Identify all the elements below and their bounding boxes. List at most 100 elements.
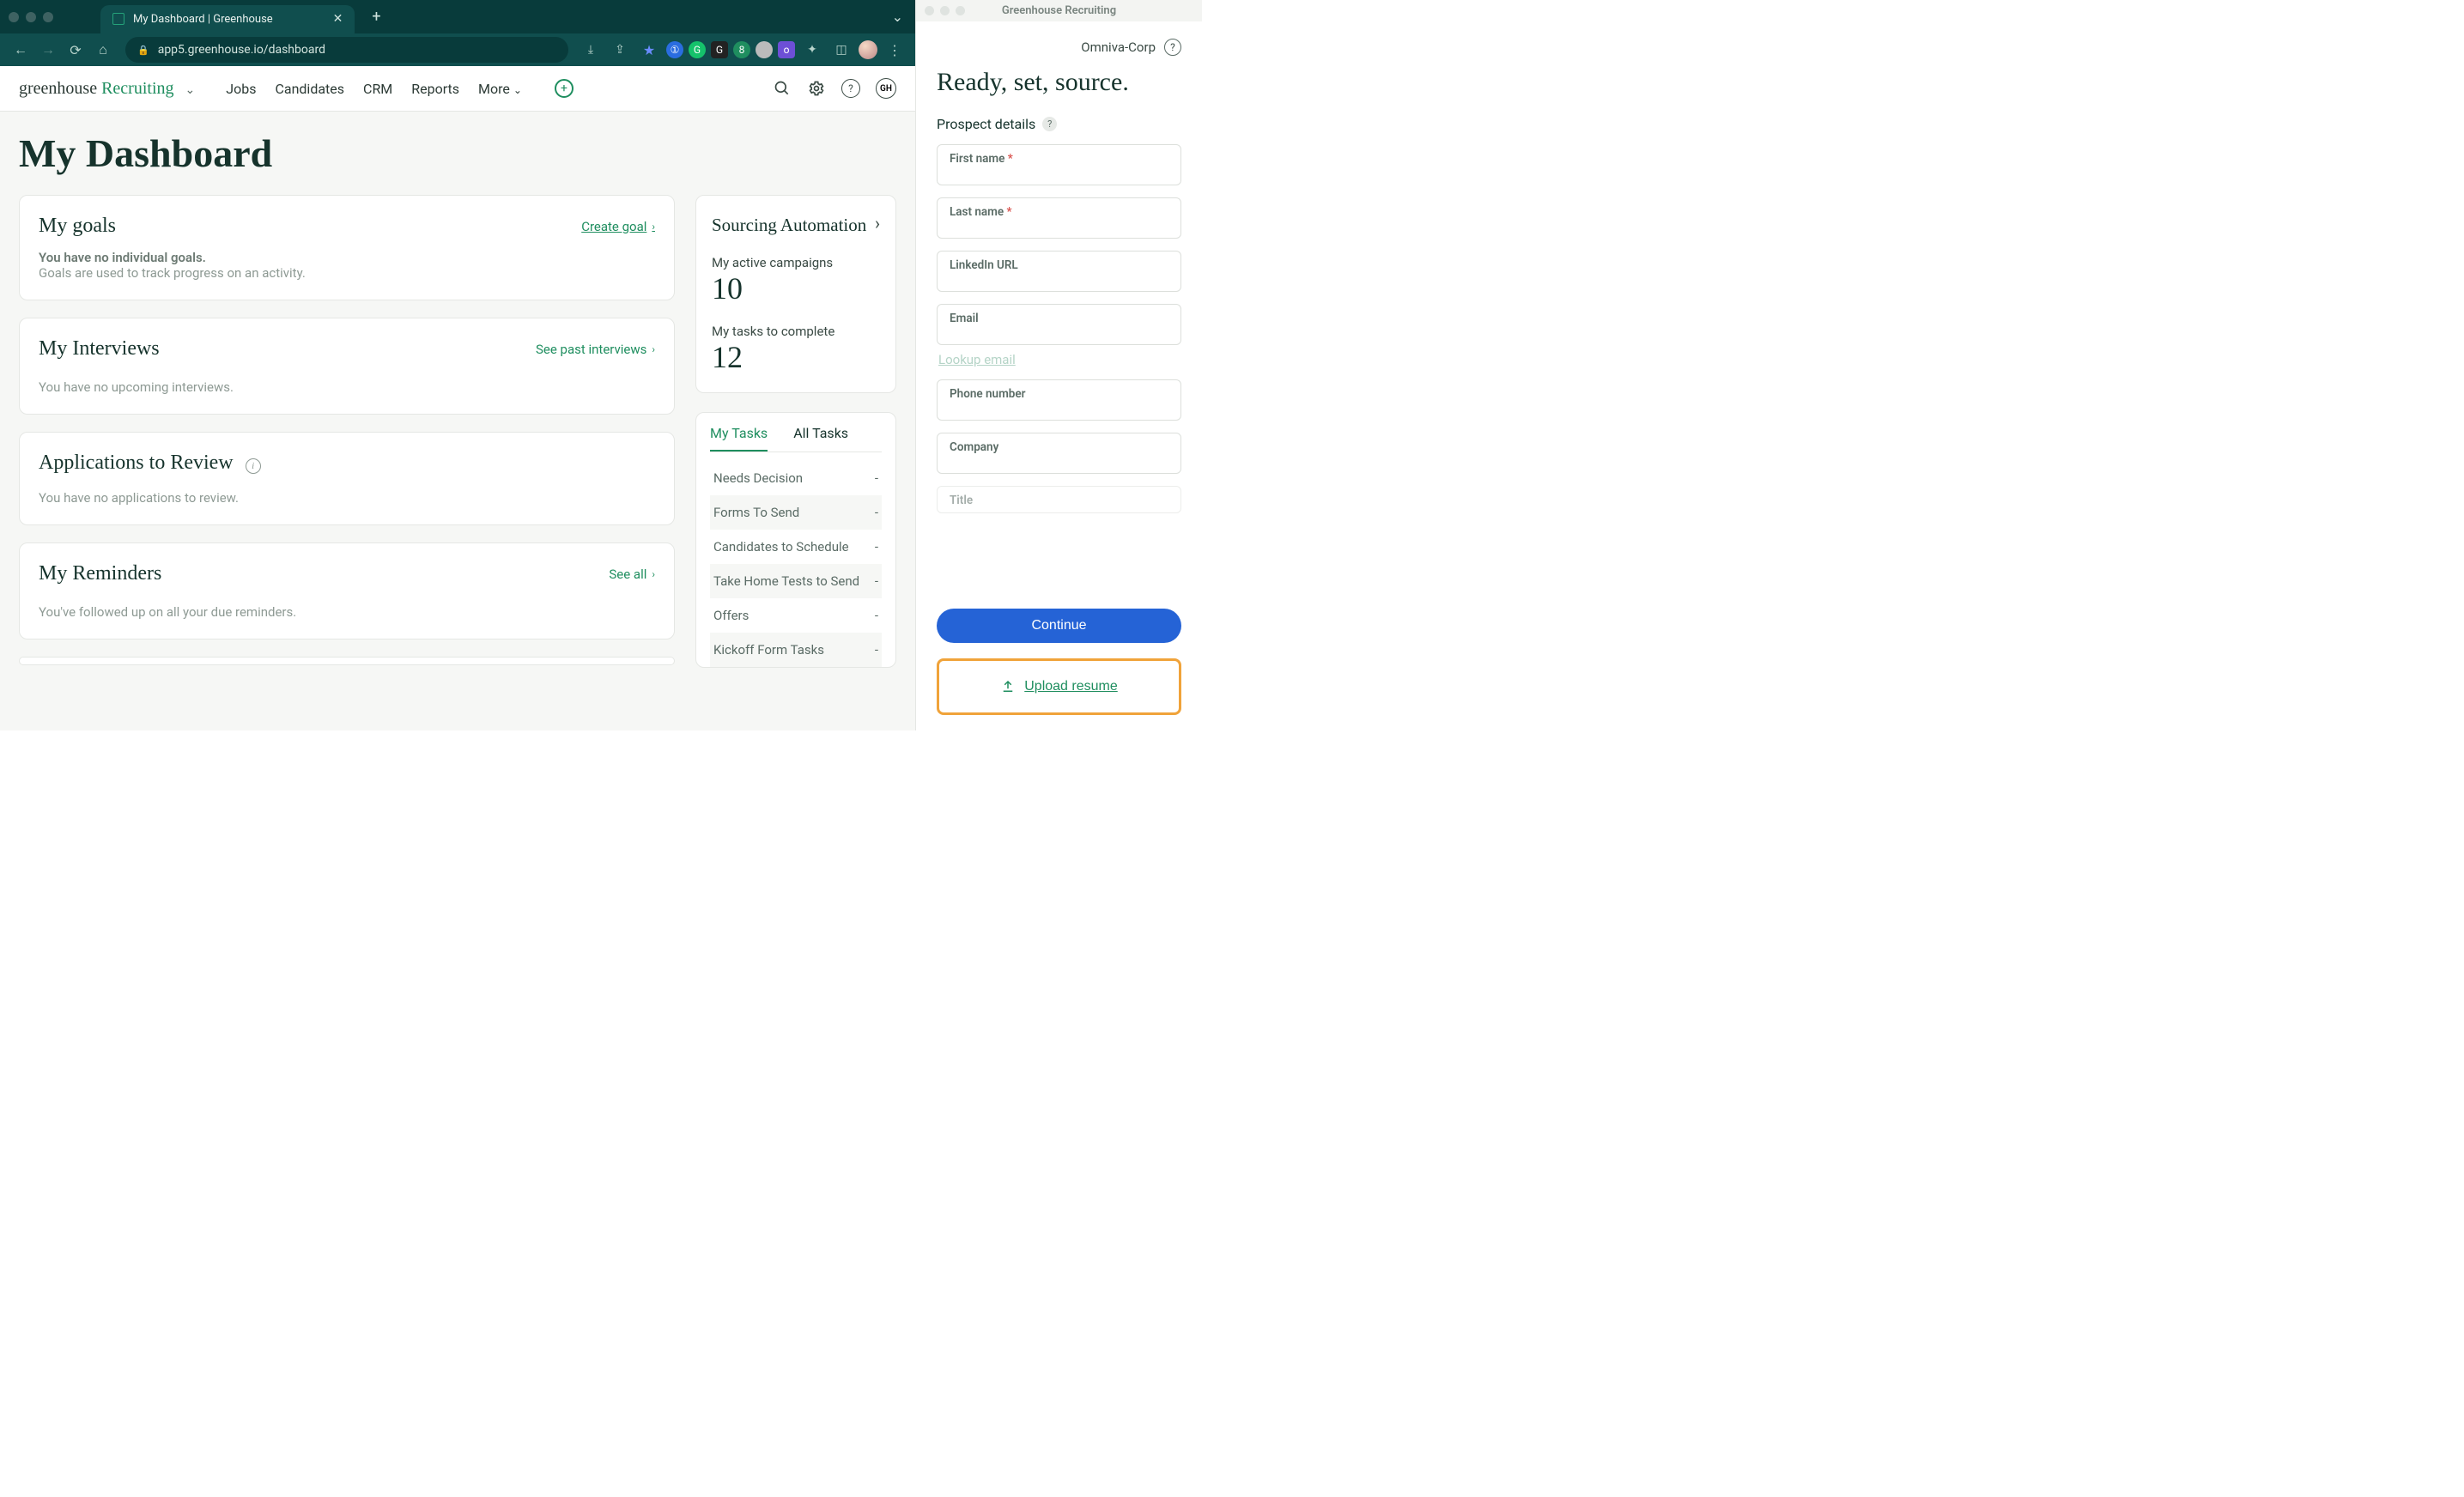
browser-tab[interactable]: My Dashboard | Greenhouse ✕ [100,5,355,33]
home-icon[interactable]: ⌂ [91,38,115,62]
lock-icon: 🔒 [137,45,149,56]
task-label: Forms To Send [713,505,799,520]
nav-reports[interactable]: Reports [411,81,459,97]
extension-icon[interactable]: o [778,41,795,58]
last-name-field[interactable]: Last name * [937,197,1181,239]
grammarly-extension-icon[interactable]: G [689,41,706,58]
extension-icon[interactable]: G [711,41,728,58]
goals-title: My goals [39,215,116,238]
upload-resume-button[interactable]: Upload resume [937,658,1181,715]
goals-card: My goals Create goal › You have no indiv… [19,195,675,300]
applications-title: Applications to Review i [39,452,261,475]
extension-footer: Continue Upload resume [916,593,1202,730]
install-icon[interactable]: ⤓ [579,38,603,62]
linkedin-url-field[interactable]: LinkedIn URL [937,251,1181,292]
reload-icon[interactable]: ⟳ [64,38,88,62]
extensions-puzzle-icon[interactable]: ✦ [800,38,824,62]
macos-traffic-lights[interactable] [9,12,53,22]
reminders-empty: You've followed up on all your due remin… [39,604,655,620]
address-bar[interactable]: 🔒 app5.greenhouse.io/dashboard [125,37,568,63]
first-name-field[interactable]: First name * [937,144,1181,185]
tasks-card: My Tasks All Tasks Needs Decision-Forms … [695,412,896,668]
greenhouse-logo[interactable]: greenhouse Recruiting ⌄ [19,79,195,99]
profile-avatar[interactable] [859,40,877,59]
add-button[interactable]: + [555,79,574,98]
gear-icon[interactable] [807,79,826,98]
help-icon[interactable]: ? [1042,117,1057,131]
forward-icon[interactable]: → [36,38,60,62]
new-tab-button[interactable]: + [372,8,380,26]
tabs-dropdown-icon[interactable]: ⌄ [892,9,903,25]
task-row[interactable]: Needs Decision- [710,461,882,495]
extra-card [19,657,675,665]
info-icon[interactable]: i [246,458,261,474]
tab-my-tasks[interactable]: My Tasks [710,425,768,452]
back-icon[interactable]: ← [9,38,33,62]
task-row[interactable]: Forms To Send - [710,495,882,530]
kebab-menu-icon[interactable]: ⋮ [883,38,907,62]
org-name[interactable]: Omniva-Corp [1081,39,1156,55]
task-label: Candidates to Schedule [713,539,849,555]
greenhouse-favicon [112,13,124,25]
company-field[interactable]: Company [937,433,1181,474]
create-goal-link[interactable]: Create goal › [581,219,655,234]
greenhouse-extension-icon[interactable]: 8 [733,41,750,58]
sourcing-title: Sourcing Automation [712,213,866,238]
task-row[interactable]: Offers- [710,598,882,633]
goals-empty-sub: Goals are used to track progress on an a… [39,265,655,281]
task-value: - [875,505,878,520]
applications-empty: You have no applications to review. [39,490,655,506]
goals-empty-heading: You have no individual goals. [39,250,655,265]
share-icon[interactable]: ⇪ [608,38,632,62]
task-value: - [875,573,878,589]
tab-all-tasks[interactable]: All Tasks [793,425,848,452]
reminders-card: My Reminders See all › You've followed u… [19,542,675,639]
tasks-complete-label: My tasks to complete [712,324,880,339]
task-row[interactable]: Take Home Tests to Send- [710,564,882,598]
extension-icon[interactable] [756,41,773,58]
chevron-right-icon: › [652,221,655,233]
extension-heading: Ready, set, source. [937,68,1181,97]
past-interviews-link[interactable]: See past interviews › [536,342,655,357]
sourcing-automation-card[interactable]: Sourcing Automation › My active campaign… [695,195,896,393]
applications-card: Applications to Review i You have no app… [19,432,675,525]
help-icon[interactable]: ? [1164,39,1181,56]
active-campaigns-value: 10 [712,270,880,306]
nav-jobs[interactable]: Jobs [226,81,256,97]
close-tab-icon[interactable]: ✕ [333,12,343,26]
task-label: Kickoff Form Tasks [713,642,824,658]
user-avatar-badge[interactable]: GH [876,78,896,99]
title-field[interactable]: Title [937,486,1181,513]
phone-number-field[interactable]: Phone number [937,379,1181,421]
upload-icon [1000,679,1016,694]
extension-icon[interactable]: ① [666,41,683,58]
page-title: My Dashboard [19,130,896,176]
interviews-empty: You have no upcoming interviews. [39,379,655,395]
interviews-title: My Interviews [39,337,160,361]
chevron-down-icon[interactable]: ⌄ [185,84,196,97]
help-icon[interactable]: ? [841,79,860,98]
main-nav: Jobs Candidates CRM Reports More⌄ [226,81,522,97]
see-all-reminders-link[interactable]: See all › [609,567,655,582]
sidepanel-icon[interactable]: ◫ [829,38,853,62]
nav-more[interactable]: More⌄ [478,81,522,97]
macos-traffic-lights[interactable] [925,6,965,15]
search-icon[interactable] [773,79,792,98]
task-label: Take Home Tests to Send [713,573,859,589]
nav-crm[interactable]: CRM [363,81,392,97]
chevron-right-icon: › [652,568,655,580]
extensions-row: ⤓ ⇪ ★ ① G G 8 o ✦ ◫ ⋮ [579,38,907,62]
tasks-complete-value: 12 [712,339,880,375]
app-header: greenhouse Recruiting ⌄ Jobs Candidates … [0,66,915,112]
bookmark-star-icon[interactable]: ★ [637,38,661,62]
prospect-details-label: Prospect details ? [937,116,1181,132]
tab-title: My Dashboard | Greenhouse [133,13,273,26]
nav-candidates[interactable]: Candidates [275,81,344,97]
email-field[interactable]: Email [937,304,1181,345]
task-row[interactable]: Kickoff Form Tasks- [710,633,882,667]
task-label: Needs Decision [713,470,803,486]
task-label: Offers [713,608,749,623]
lookup-email-link[interactable]: Lookup email [938,352,1181,367]
continue-button[interactable]: Continue [937,609,1181,643]
task-row[interactable]: Candidates to Schedule- [710,530,882,564]
